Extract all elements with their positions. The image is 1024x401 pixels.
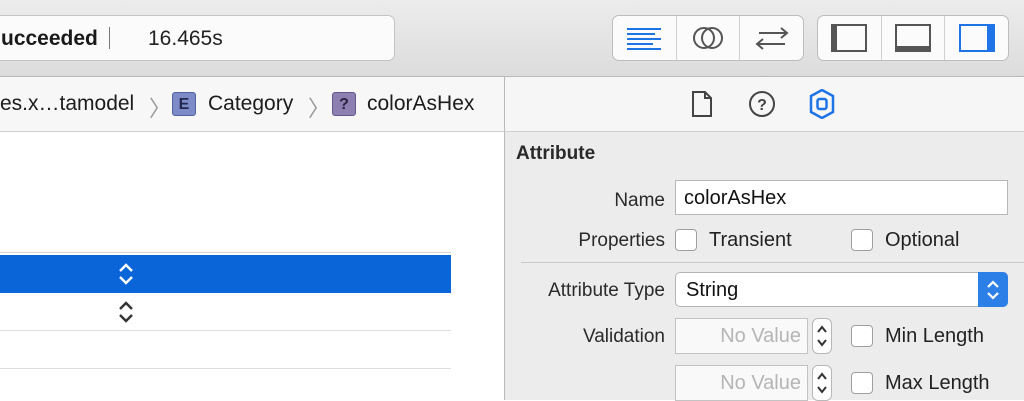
toggle-navigator-button[interactable] [818, 16, 882, 60]
status-separator [109, 27, 110, 49]
optional-label: Optional [885, 229, 960, 251]
type-stepper-icon[interactable] [117, 262, 135, 286]
entity-icon: E [172, 92, 196, 116]
attribute-row-selected[interactable] [0, 255, 451, 293]
updown-chevron-icon [987, 279, 999, 300]
standard-editor-icon [627, 28, 662, 50]
quick-help-icon: ? [749, 91, 775, 117]
section-divider [521, 262, 1024, 263]
max-length-label: Max Length [885, 372, 990, 394]
navigator-panel-icon [831, 24, 868, 52]
breadcrumb-attribute[interactable]: colorAsHex [367, 92, 474, 116]
max-length-stepper[interactable] [812, 365, 832, 401]
name-label: Name [614, 190, 665, 211]
transient-checkbox[interactable] [675, 229, 697, 251]
validation-label: Validation [582, 326, 665, 347]
toolbar: ucceeded 16.465s [0, 0, 1024, 77]
utilities-panel-icon [958, 24, 995, 52]
standard-editor-button[interactable] [613, 16, 677, 60]
properties-label: Properties [578, 230, 665, 251]
attribute-inspector: Attribute Name colorAsHex Properties Tra… [505, 132, 1024, 401]
file-inspector-icon [692, 91, 712, 117]
transient-label: Transient [709, 229, 792, 251]
data-model-inspector-icon [809, 89, 835, 119]
toggle-utilities-button[interactable] [945, 16, 1008, 60]
view-panels-control [817, 15, 1009, 61]
name-field[interactable]: colorAsHex [675, 180, 1008, 215]
inspector-tab-bar: ? [505, 77, 1024, 132]
editor-mode-control [612, 15, 804, 61]
breadcrumb-model-file[interactable]: es.x…tamodel [0, 92, 134, 116]
jump-bar: es.x…tamodel 〉 E Category 〉 ? colorAsHex [0, 77, 505, 132]
min-length-field[interactable]: No Value [675, 318, 808, 354]
attribute-row-empty [0, 331, 451, 369]
build-status-text: ucceeded [1, 27, 98, 50]
activity-status: ucceeded 16.465s [0, 15, 395, 61]
max-length-field[interactable]: No Value [675, 365, 808, 401]
data-model-inspector-tab[interactable] [807, 89, 837, 119]
breadcrumb-chevron-icon: 〉 [149, 96, 172, 121]
optional-checkbox[interactable] [851, 229, 873, 251]
attribute-type-popup[interactable]: String [675, 272, 1008, 307]
build-time-text: 16.465s [148, 27, 223, 50]
assistant-editor-button[interactable] [677, 16, 741, 60]
quick-help-tab[interactable]: ? [747, 89, 777, 119]
version-editor-button[interactable] [740, 16, 803, 60]
svg-text:?: ? [757, 97, 767, 114]
popup-arrows[interactable] [978, 272, 1008, 307]
attribute-type-label: Attribute Type [548, 280, 665, 301]
max-length-checkbox[interactable] [851, 372, 873, 394]
assistant-editor-icon [693, 27, 723, 49]
breadcrumb-chevron-icon: 〉 [308, 96, 331, 121]
toggle-debug-area-button[interactable] [882, 16, 946, 60]
updown-chevron-icon [817, 372, 827, 394]
section-title: Attribute [516, 143, 596, 164]
min-length-stepper[interactable] [812, 318, 832, 354]
attribute-icon: ? [332, 92, 356, 116]
attribute-row[interactable] [0, 293, 451, 331]
breadcrumb-entity[interactable]: Category [208, 92, 293, 116]
file-inspector-tab[interactable] [687, 89, 717, 119]
model-editor [0, 132, 505, 400]
attribute-type-value: String [686, 279, 739, 301]
min-length-checkbox[interactable] [851, 325, 873, 347]
table-divider [0, 252, 451, 253]
updown-chevron-icon [817, 325, 827, 347]
type-stepper-icon[interactable] [117, 300, 135, 324]
min-length-label: Min Length [885, 325, 984, 347]
version-editor-icon [755, 27, 789, 50]
debug-panel-icon [895, 24, 931, 52]
